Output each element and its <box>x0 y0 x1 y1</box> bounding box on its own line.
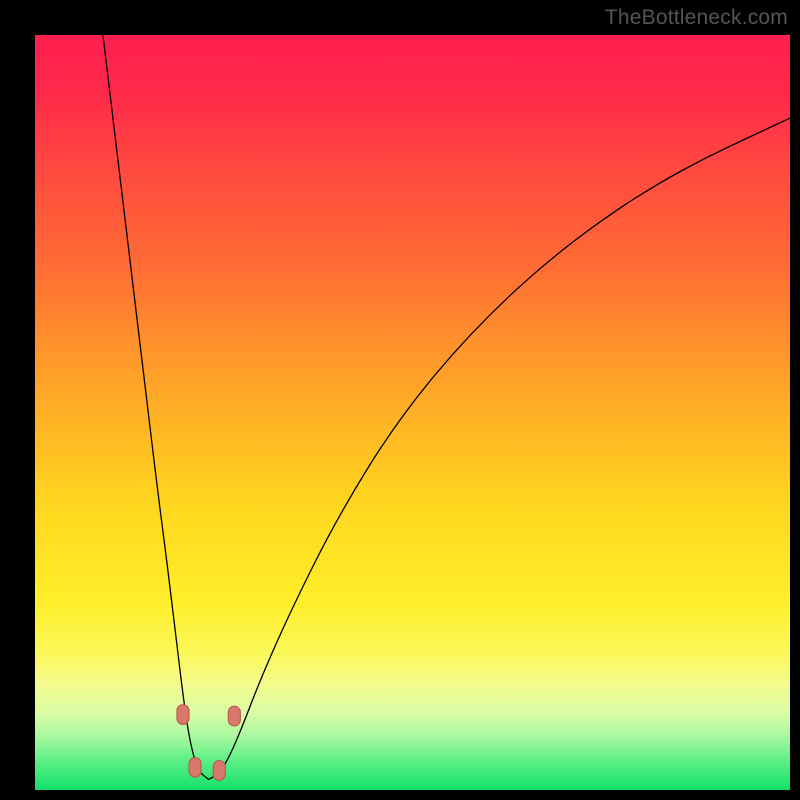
curve-marker <box>189 758 201 778</box>
curve-marker <box>228 706 240 726</box>
chart-frame: TheBottleneck.com <box>0 0 800 800</box>
watermark-label: TheBottleneck.com <box>605 6 788 30</box>
bottleneck-curve <box>35 35 790 790</box>
curve-marker <box>177 705 189 725</box>
plot-area <box>35 35 790 790</box>
curve-marker <box>213 761 225 781</box>
